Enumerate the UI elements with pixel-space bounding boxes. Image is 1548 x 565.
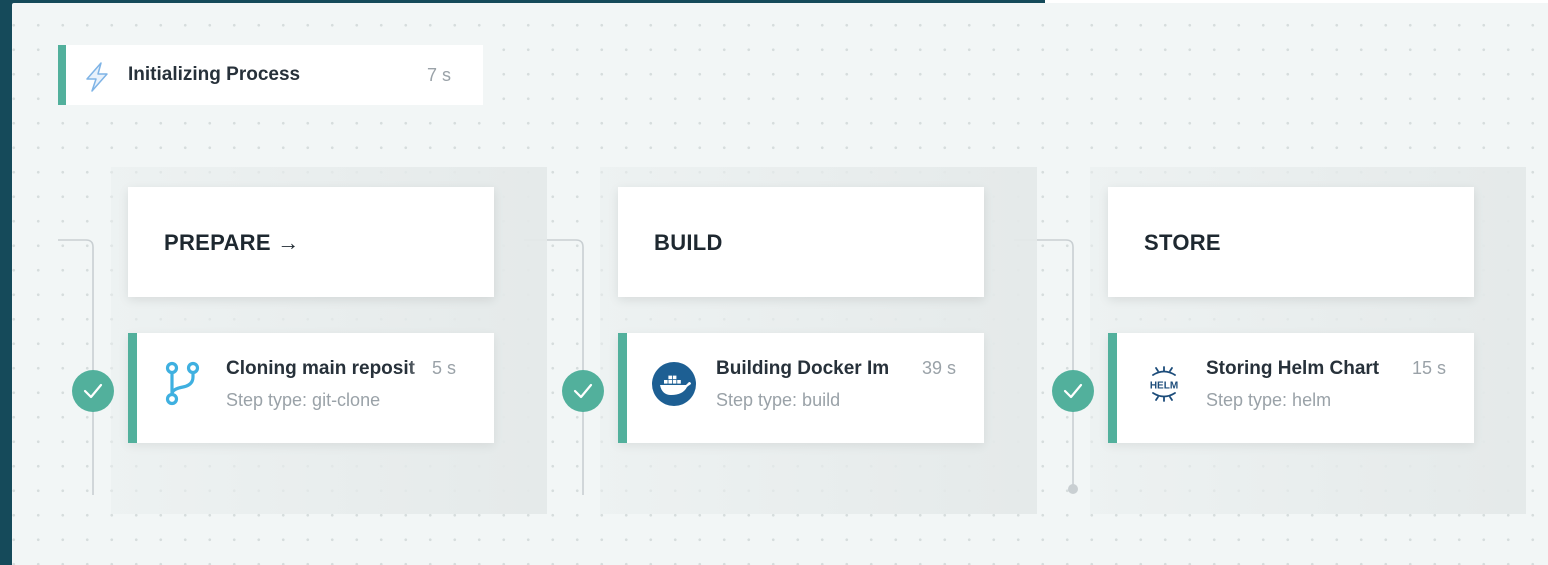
helm-icon: HELM <box>1150 366 1178 402</box>
lightning-bolt-icon <box>86 62 108 92</box>
name-fade <box>407 355 433 387</box>
step-type: Step type: build <box>716 390 841 410</box>
git-branch-icon <box>165 361 200 406</box>
stage-title: PREPARE → <box>164 230 300 255</box>
step-name: Cloning main reposit <box>226 358 415 379</box>
stage-header-store[interactable]: STORE <box>1108 187 1474 297</box>
stage-header-build[interactable]: BUILD <box>618 187 984 297</box>
step-type: Step type: git-clone <box>226 390 381 410</box>
step-name: Building Docker Im <box>716 358 890 379</box>
step-card-clone[interactable]: Cloning main reposit 5 s Step type: git-… <box>128 333 494 443</box>
name-fade <box>897 355 923 387</box>
stage-title: STORE <box>1144 230 1221 255</box>
init-step-title: Initializing Process <box>128 64 301 85</box>
step-duration: 5 s <box>432 358 457 378</box>
step-type: Step type: helm <box>1206 390 1332 410</box>
init-step-duration: 7 s <box>426 65 451 85</box>
connector-end-dot <box>1068 484 1078 494</box>
step-card-helm[interactable]: HELM Storing Helm Chart 15 s Step type: … <box>1108 333 1474 443</box>
svg-text:HELM: HELM <box>1150 381 1178 392</box>
connector-prepare <box>58 239 94 495</box>
name-fade <box>1387 355 1413 387</box>
step-card-build[interactable]: Building Docker Im 39 s Step type: build <box>618 333 984 443</box>
init-step-card[interactable]: Initializing Process 7 s <box>58 45 483 105</box>
stage-title: BUILD <box>654 230 723 255</box>
step-duration: 15 s <box>1412 358 1447 378</box>
success-check-icon <box>562 370 604 412</box>
docker-icon <box>652 362 696 406</box>
stage-header-prepare[interactable]: PREPARE → <box>128 187 494 297</box>
step-name: Storing Helm Chart <box>1206 358 1380 379</box>
success-check-icon <box>1052 370 1094 412</box>
step-duration: 39 s <box>922 358 957 378</box>
success-check-icon <box>72 370 114 412</box>
